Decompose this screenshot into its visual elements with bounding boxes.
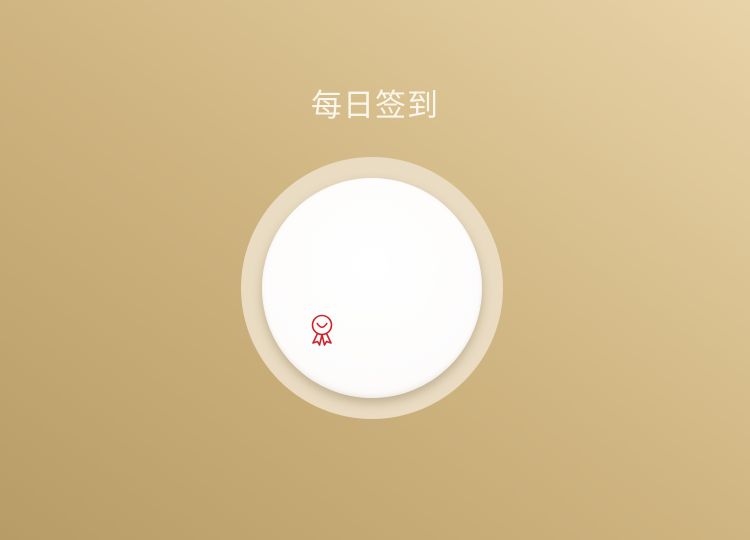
checkin-button[interactable] (262, 178, 482, 398)
page-title: 每日签到 (311, 88, 439, 124)
award-ribbon-icon (311, 314, 333, 346)
